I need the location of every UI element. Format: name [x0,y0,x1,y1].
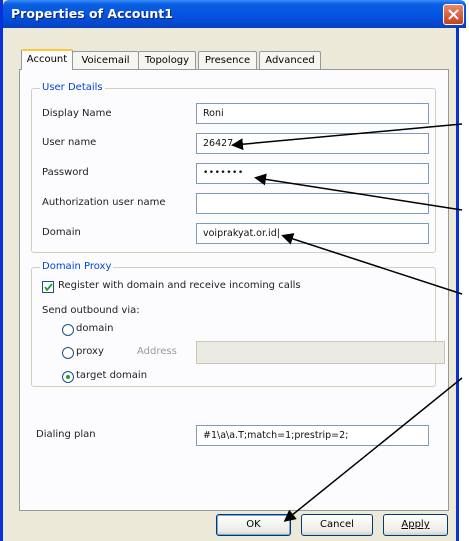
arrow-ok [283,377,463,522]
arrow-user-name [231,123,463,151]
annotation-arrows [231,123,463,522]
arrow-password [254,173,463,211]
arrow-domain [281,233,463,295]
tab-account[interactable]: Account [21,49,73,70]
tab-account-label: Account [26,54,68,65]
